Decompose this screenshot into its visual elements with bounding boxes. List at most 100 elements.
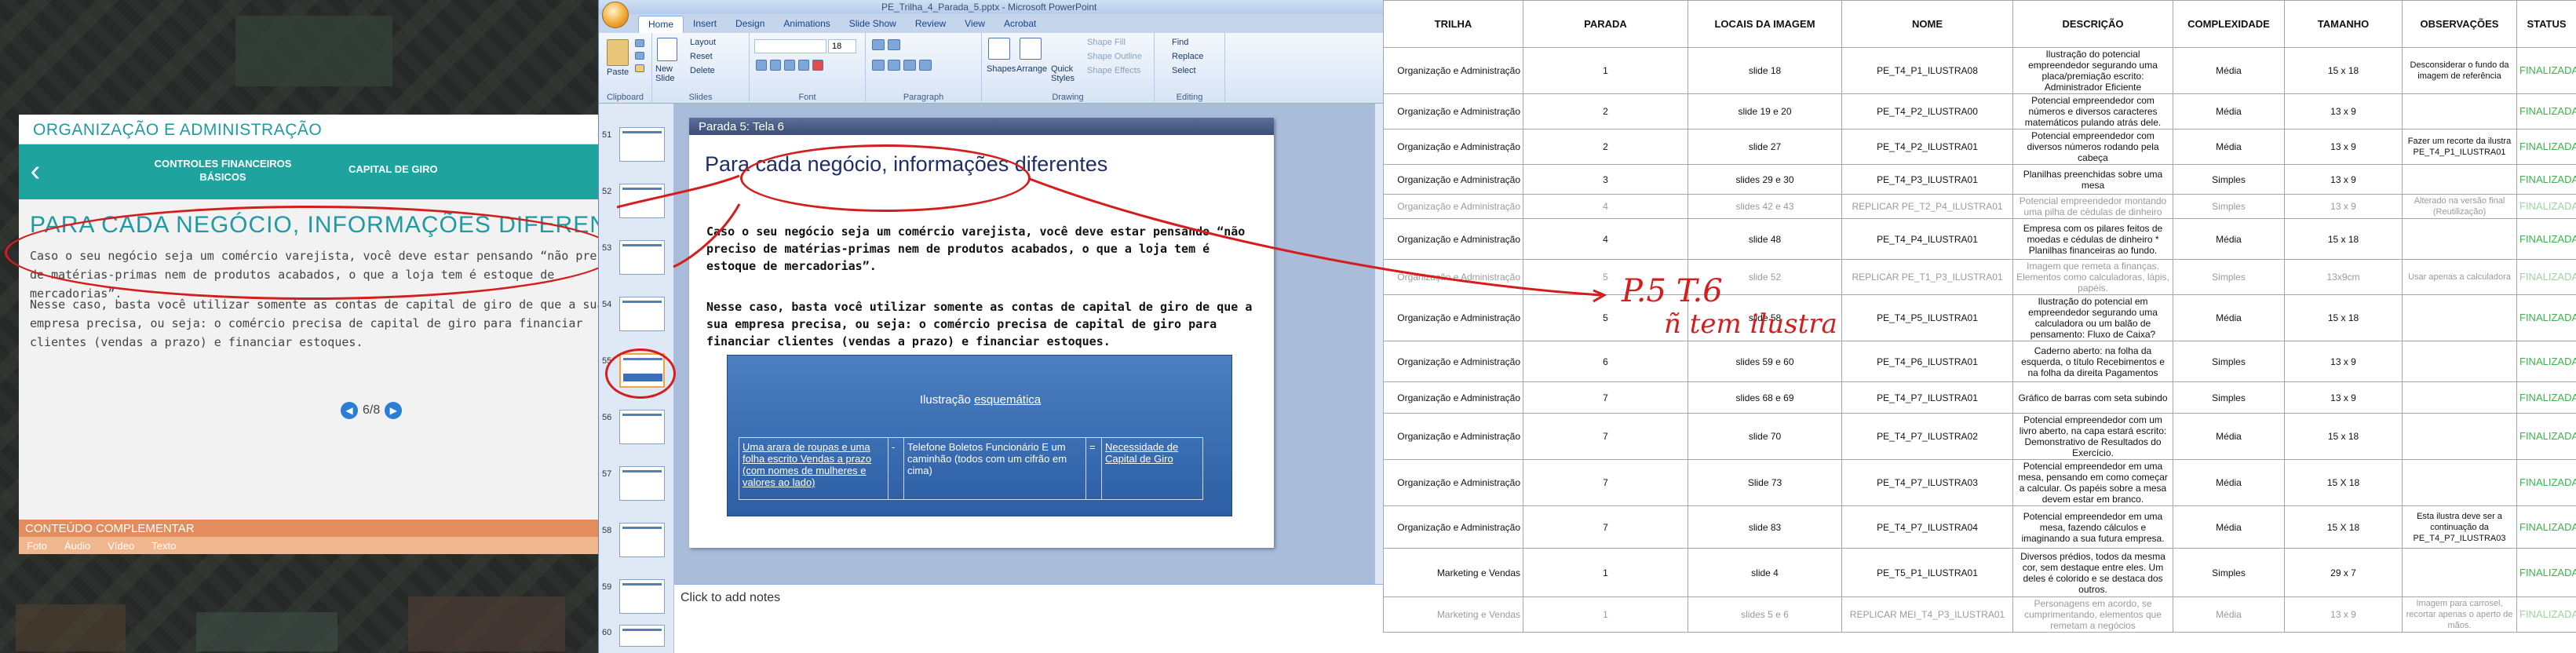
cell-tamanho[interactable]: 15 X 18 [2284, 505, 2403, 549]
cell-complexidade[interactable]: Média [2173, 218, 2285, 260]
cell-locais[interactable]: Slide 73 [1688, 459, 1842, 506]
shapes-button[interactable]: Shapes [987, 64, 1016, 74]
slide-thumbnail[interactable] [619, 410, 665, 444]
tab-animations[interactable]: Animations [774, 16, 839, 33]
cell-trilha[interactable]: Organização e Administração [1383, 194, 1523, 219]
cell-status[interactable]: FINALIZADA [2516, 164, 2576, 195]
find-button[interactable]: Find [1172, 38, 1188, 47]
table-row[interactable]: Organização e Administração 7 Slide 73 PE_T… [1383, 459, 2576, 506]
cell-complexidade[interactable]: Simples [2173, 548, 2285, 597]
cell-nome[interactable]: PE_T4_P4_ILUSTRA01 [1841, 218, 2013, 260]
prev-page-button[interactable]: ◀ [341, 402, 358, 419]
tab-view[interactable]: View [955, 16, 994, 33]
cell-parada[interactable]: 7 [1523, 381, 1688, 414]
col-header-trilha[interactable]: TRILHA [1383, 0, 1523, 48]
cell-descricao[interactable]: Diversos prédios, todos da mesma cor, se… [2012, 548, 2173, 597]
cell-locais[interactable]: slides 42 e 43 [1688, 194, 1842, 219]
slide-thumbnail[interactable] [619, 625, 665, 647]
slide-thumbnail[interactable] [619, 240, 665, 275]
bullets-icon[interactable] [872, 39, 885, 50]
cell-trilha[interactable]: Organização e Administração [1383, 93, 1523, 130]
cell-observacoes[interactable] [2402, 218, 2517, 260]
cell-tamanho[interactable]: 13 x 9 [2284, 194, 2403, 219]
cell-locais[interactable]: slide 4 [1688, 548, 1842, 597]
cell-tamanho[interactable]: 15 x 18 [2284, 47, 2403, 94]
table-row[interactable]: Organização e Administração 1 slide 18 PE_T… [1383, 47, 2576, 94]
cell-locais[interactable]: slide 19 e 20 [1688, 93, 1842, 130]
cell-tamanho[interactable]: 13 x 9 [2284, 129, 2403, 165]
select-button[interactable]: Select [1172, 66, 1196, 75]
cell-parada[interactable]: 1 [1523, 548, 1688, 597]
cell-descricao[interactable]: Personagens em acordo, se cumprimentando… [2012, 596, 2173, 633]
slide-paragraph[interactable]: Nesse caso, basta você utilizar somente … [706, 298, 1256, 350]
cell-nome[interactable]: PE_T4_P2_ILUSTRA01 [1841, 129, 2013, 165]
cell-parada[interactable]: 1 [1523, 596, 1688, 633]
cell-trilha[interactable]: Organização e Administração [1383, 381, 1523, 414]
cell-nome[interactable]: PE_T4_P6_ILUSTRA01 [1841, 341, 2013, 382]
cell-complexidade[interactable]: Média [2173, 413, 2285, 460]
cell-locais[interactable]: slide 52 [1688, 259, 1842, 295]
cell-observacoes[interactable]: Alterado na versão final (Reutilização) [2402, 194, 2517, 219]
cell-parada[interactable]: 7 [1523, 413, 1688, 460]
cell-locais[interactable]: slide 58 [1688, 294, 1842, 341]
cell-trilha[interactable]: Organização e Administração [1383, 505, 1523, 549]
shape-outline-button[interactable]: Shape Outline [1087, 52, 1142, 61]
cell-complexidade[interactable]: Média [2173, 596, 2285, 633]
nav-item-capital-de-giro[interactable]: CAPITAL DE GIRO [348, 163, 505, 175]
col-header-tamanho[interactable]: TAMANHO [2284, 0, 2403, 48]
align-right-icon[interactable] [903, 60, 916, 71]
copy-icon[interactable] [635, 52, 644, 60]
foto-link[interactable]: Foto [27, 540, 47, 552]
table-row[interactable]: Organização e Administração 4 slide 48 PE_T… [1383, 218, 2576, 260]
cell-trilha[interactable]: Marketing e Vendas [1383, 596, 1523, 633]
cell-status[interactable]: FINALIZADA [2516, 381, 2576, 414]
cell-complexidade[interactable]: Simples [2173, 381, 2285, 414]
arrange-button[interactable]: Arrange [1016, 64, 1047, 74]
cell-trilha[interactable]: Organização e Administração [1383, 294, 1523, 341]
new-slide-button[interactable]: New Slide [655, 64, 682, 83]
cell-nome[interactable]: PE_T4_P7_ILUSTRA01 [1841, 381, 2013, 414]
col-header-observacoes[interactable]: OBSERVAÇÕES [2402, 0, 2517, 48]
cell-parada[interactable]: 4 [1523, 218, 1688, 260]
cell-status[interactable]: FINALIZADA [2516, 596, 2576, 633]
slide-thumbnail[interactable] [619, 127, 665, 162]
cell-trilha[interactable]: Organização e Administração [1383, 164, 1523, 195]
cell-descricao[interactable]: Potencial empreendedor em uma mesa, pens… [2012, 459, 2173, 506]
table-row[interactable]: Organização e Administração 2 slide 27 PE_T… [1383, 129, 2576, 165]
cell-nome[interactable]: PE_T4_P2_ILUSTRA00 [1841, 93, 2013, 130]
font-family-select[interactable] [754, 39, 826, 53]
cell-trilha[interactable]: Organização e Administração [1383, 218, 1523, 260]
slide-thumbnail[interactable] [619, 466, 665, 501]
cell-nome[interactable]: PE_T4_P7_ILUSTRA03 [1841, 459, 2013, 506]
table-row[interactable]: Marketing e Vendas 1 slides 5 e 6 REPLICAR … [1383, 596, 2576, 633]
notes-pane[interactable]: Click to add notes [674, 584, 1383, 653]
cell-complexidade[interactable]: Média [2173, 459, 2285, 506]
shape-effects-button[interactable]: Shape Effects [1087, 66, 1140, 75]
font-color-icon[interactable] [812, 60, 823, 71]
cell-nome[interactable]: REPLICAR MEI_T4_P3_ILUSTRA01 [1841, 596, 2013, 633]
cell-parada[interactable]: 2 [1523, 129, 1688, 165]
cell-observacoes[interactable] [2402, 413, 2517, 460]
cell-observacoes[interactable] [2402, 381, 2517, 414]
vertical-scrollbar[interactable] [1374, 104, 1383, 584]
paste-icon[interactable] [607, 39, 629, 66]
shapes-icon[interactable] [988, 38, 1010, 60]
cell-descricao[interactable]: Ilustração do potencial empreendedor seg… [2012, 47, 2173, 94]
table-row[interactable]: Organização e Administração 4 slides 42 e … [1383, 194, 2576, 219]
italic-icon[interactable] [770, 60, 781, 71]
tab-insert[interactable]: Insert [684, 16, 726, 33]
slide-thumbnail[interactable] [619, 579, 665, 614]
cell-nome[interactable]: PE_T5_P1_ILUSTRA01 [1841, 548, 2013, 597]
cell-complexidade[interactable]: Média [2173, 47, 2285, 94]
cell-locais[interactable]: slide 70 [1688, 413, 1842, 460]
cell-observacoes[interactable] [2402, 341, 2517, 382]
cell-nome[interactable]: PE_T4_P7_ILUSTRA04 [1841, 505, 2013, 549]
tab-review[interactable]: Review [906, 16, 955, 33]
tab-home[interactable]: Home [638, 16, 684, 33]
align-center-icon[interactable] [888, 60, 900, 71]
complementary-content-bar[interactable]: CONTEÚDO COMPLEMENTAR [19, 520, 598, 537]
table-row[interactable]: Organização e Administração 7 slide 83 PE_T… [1383, 505, 2576, 549]
cell-status[interactable]: FINALIZADA [2516, 341, 2576, 382]
cell-tamanho[interactable]: 13 x 9 [2284, 93, 2403, 130]
cell-observacoes[interactable] [2402, 459, 2517, 506]
